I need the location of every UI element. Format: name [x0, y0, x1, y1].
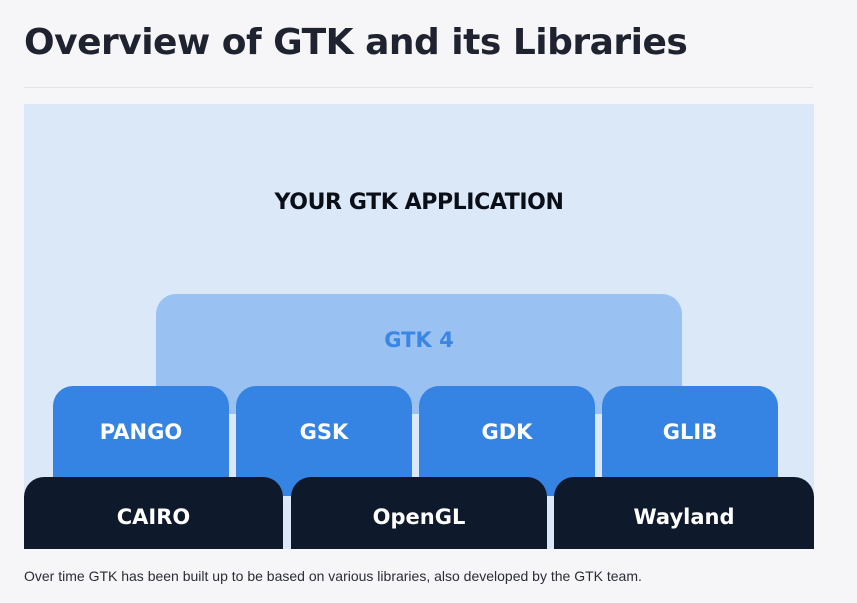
backend-label: CAIRO: [116, 505, 191, 529]
backend-label: OpenGL: [372, 505, 466, 529]
application-layer-label: YOUR GTK APPLICATION: [274, 190, 564, 215]
diagram-caption: Over time GTK has been built up to be ba…: [24, 568, 642, 584]
backend-block-opengl: OpenGL: [291, 477, 547, 549]
page-title: Overview of GTK and its Libraries: [24, 22, 688, 63]
gtk4-layer: GTK 4: [156, 294, 682, 414]
backend-block-wayland: Wayland: [554, 477, 814, 549]
backend-label: Wayland: [633, 505, 735, 529]
gtk-architecture-diagram: YOUR GTK APPLICATION GTK 4 PANGO GSK GDK…: [24, 104, 814, 549]
title-divider: [24, 87, 813, 88]
backend-block-cairo: CAIRO: [24, 477, 283, 549]
